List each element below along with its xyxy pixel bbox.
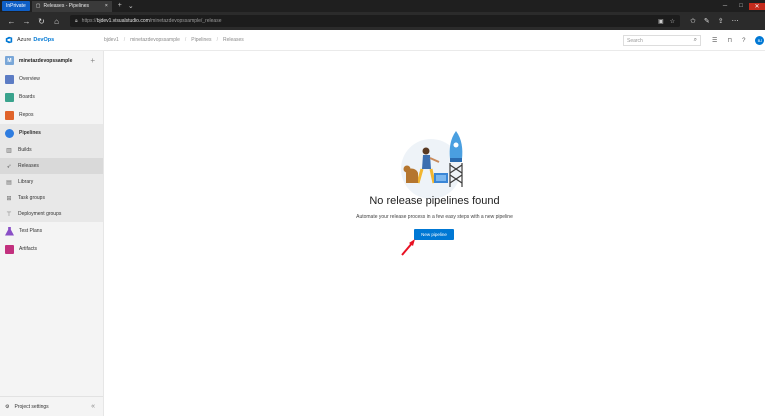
sidebar-item-label: Library [18, 179, 34, 185]
project-settings-label: Project settings [14, 403, 49, 410]
ado-header: Azure DevOps bjdev1 / minetazdevopssampl… [0, 30, 765, 51]
library-icon: ▤ [6, 179, 12, 186]
empty-state-title: No release pipelines found [369, 195, 500, 207]
forward-arrow-icon[interactable]: → [19, 17, 34, 26]
lock-icon: 🔒︎ [75, 18, 78, 24]
sidebar-item-releases[interactable]: ➶ Releases [0, 158, 103, 174]
sidebar-item-label: Boards [19, 94, 35, 100]
window-close-icon[interactable]: ✕ [749, 2, 765, 10]
main-content: No release pipelines found Automate your… [104, 51, 765, 416]
collapse-sidebar-icon[interactable]: « [91, 403, 95, 410]
sidebar-item-artifacts[interactable]: Artifacts [0, 240, 103, 258]
url-text: https://bjdev1.visualstudio.com/minetazd… [81, 18, 222, 24]
sidebar-item-label: Builds [18, 147, 32, 153]
repos-icon [5, 110, 14, 120]
sidebar-item-test-plans[interactable]: Test Plans [0, 222, 103, 240]
sidebar-item-repos[interactable]: Repos [0, 106, 103, 124]
pipelines-icon [5, 128, 14, 138]
maximize-icon[interactable]: □ [733, 3, 749, 10]
back-arrow-icon[interactable]: ← [4, 17, 19, 26]
search-input[interactable]: Search ⌕ [623, 35, 701, 46]
task-list-icon[interactable]: ☰ [712, 37, 717, 44]
sidebar-item-boards[interactable]: Boards [0, 88, 103, 106]
sidebar-item-label: Deployment groups [18, 211, 62, 217]
sidebar-item-label: Releases [18, 163, 39, 169]
sidebar-item-label: Pipelines [19, 130, 41, 136]
breadcrumb-pipelines[interactable]: Pipelines [191, 37, 211, 43]
gear-icon: ⚙ [5, 403, 10, 410]
artifacts-icon [5, 244, 14, 254]
browser-tab-releases[interactable]: ▢ Releases - Pipelines × [31, 0, 112, 12]
inprivate-badge: InPrivate [2, 1, 30, 11]
pen-notes-icon[interactable]: ✎ [704, 17, 710, 25]
sidebar-item-label: Task groups [18, 195, 45, 201]
new-tab-button[interactable]: + [118, 2, 122, 10]
breadcrumb-project[interactable]: minetazdevopssample [130, 37, 180, 43]
tab-close-icon[interactable]: × [105, 3, 108, 9]
overview-icon [5, 74, 14, 84]
favorites-bar-icon[interactable]: ✩ [690, 17, 696, 25]
window-controls: ─ □ ✕ [717, 2, 765, 10]
sidebar-item-library[interactable]: ▤ Library [0, 174, 103, 190]
releases-rocket-icon: ➶ [6, 163, 12, 170]
breadcrumb-releases[interactable]: Releases [223, 37, 244, 43]
tab-title: Releases - Pipelines [43, 3, 90, 9]
avatar[interactable]: BJ [755, 36, 765, 45]
favorite-star-icon[interactable]: ☆ [670, 18, 675, 25]
tab-page-icon: ▢ [35, 3, 41, 9]
project-settings[interactable]: ⚙ Project settings « [0, 396, 103, 416]
search-placeholder: Search [627, 37, 643, 44]
brand-azure-text: Azure [17, 37, 32, 43]
minimize-icon[interactable]: ─ [717, 3, 733, 10]
breadcrumb: bjdev1 / minetazdevopssample / Pipelines… [104, 37, 244, 43]
inprivate-label: InPrivate [6, 3, 26, 9]
project-name: minetazdevopssample [19, 57, 73, 64]
help-icon[interactable]: ? [742, 38, 745, 44]
marketplace-bag-icon[interactable]: ⊓ [727, 37, 732, 44]
breadcrumb-separator: / [216, 37, 218, 43]
annotation-arrow-icon [401, 239, 415, 256]
breadcrumb-separator: / [123, 37, 126, 43]
share-icon[interactable]: ⇪ [718, 17, 724, 25]
add-icon[interactable]: + [90, 56, 95, 65]
sidebar: M minetazdevopssample + Overview Boards … [0, 51, 104, 416]
browser-tab-bar: InPrivate ▢ Releases - Pipelines × + ⌄ ─… [0, 0, 765, 12]
azure-devops-brand[interactable]: Azure DevOps [0, 36, 104, 44]
project-avatar: M [5, 56, 14, 65]
more-menu-icon[interactable]: ⋯ [732, 17, 739, 25]
refresh-icon[interactable]: ↻ [34, 17, 49, 26]
builds-icon: ▥ [6, 147, 12, 154]
breadcrumb-org[interactable]: bjdev1 [104, 37, 119, 43]
task-groups-icon: ⊞ [6, 195, 12, 202]
azure-devops-logo-icon [5, 36, 13, 44]
sidebar-item-deployment-groups[interactable]: ⊤ Deployment groups [0, 206, 103, 222]
search-icon[interactable]: ⌕ [694, 37, 697, 44]
breadcrumb-separator: / [184, 37, 187, 43]
sidebar-item-label: Repos [19, 112, 34, 118]
boards-icon [5, 92, 14, 102]
deployment-groups-icon: ⊤ [6, 211, 12, 218]
sidebar-item-label: Artifacts [19, 246, 38, 252]
home-icon[interactable]: ⌂ [49, 17, 64, 26]
tab-list-button[interactable]: ⌄ [128, 2, 134, 10]
sidebar-item-overview[interactable]: Overview [0, 70, 103, 88]
sidebar-item-task-groups[interactable]: ⊞ Task groups [0, 190, 103, 206]
new-pipeline-button[interactable]: New pipeline [414, 229, 454, 240]
sidebar-item-label: Overview [19, 76, 40, 82]
browser-address-bar: ← → ↻ ⌂ 🔒︎ https://bjdev1.visualstudio.c… [0, 12, 765, 30]
sidebar-item-builds[interactable]: ▥ Builds [0, 142, 103, 158]
sidebar-item-label: Test Plans [19, 228, 43, 234]
empty-state-description: Automate your release process in a few e… [356, 214, 513, 220]
sidebar-item-pipelines[interactable]: Pipelines [0, 124, 103, 142]
brand-devops-text: DevOps [33, 37, 55, 43]
empty-state-illustration [401, 131, 463, 199]
project-selector[interactable]: M minetazdevopssample + [0, 51, 103, 70]
reading-view-icon[interactable]: ▣ [658, 18, 664, 25]
test-plans-flask-icon [5, 226, 14, 236]
url-field[interactable]: 🔒︎ https://bjdev1.visualstudio.com/minet… [70, 15, 680, 27]
